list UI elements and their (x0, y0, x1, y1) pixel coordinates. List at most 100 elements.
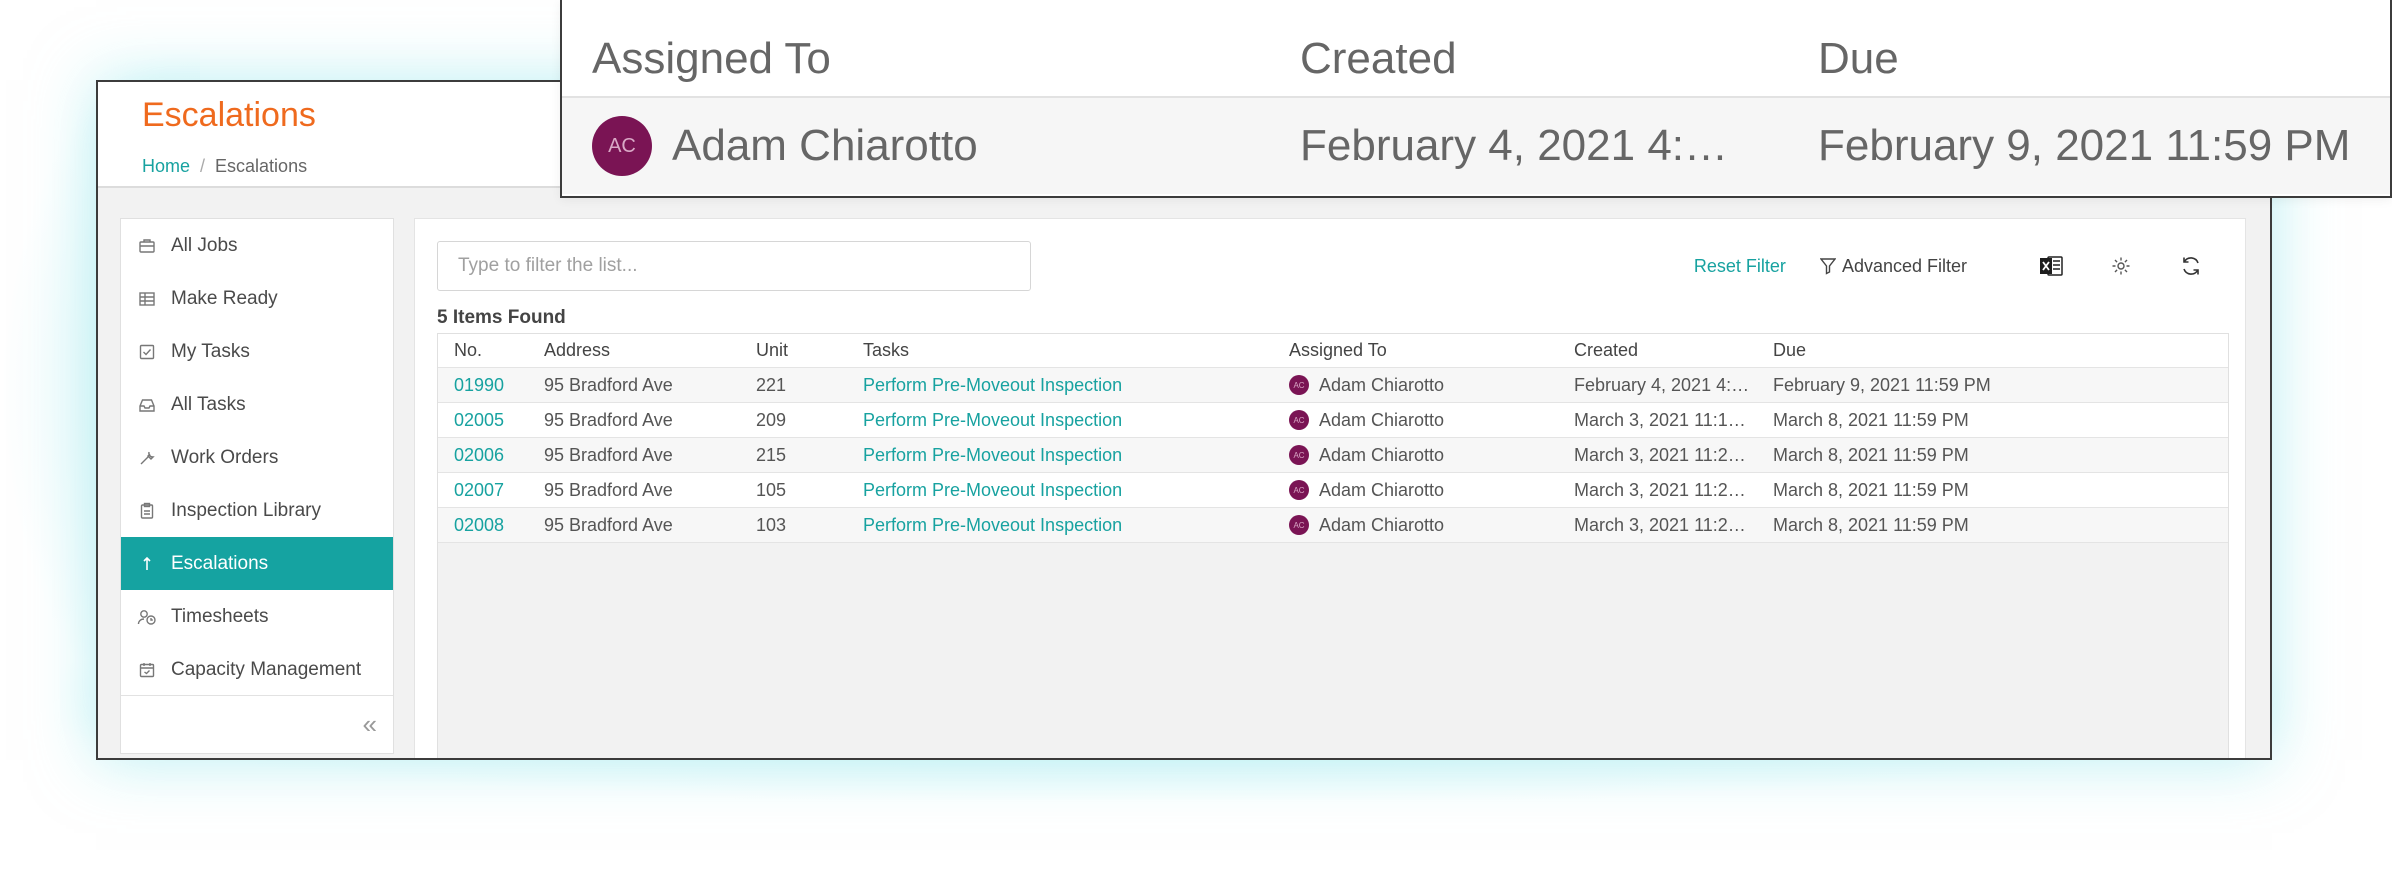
sidebar-item-label: Timesheets (171, 605, 269, 627)
calendar-icon (137, 660, 157, 680)
job-number-link[interactable]: 01990 (438, 375, 544, 396)
filter-input[interactable] (437, 241, 1031, 291)
address-cell: 95 Bradford Ave (544, 444, 673, 465)
sidebar-item-all-tasks[interactable]: All Tasks (121, 378, 393, 431)
task-link[interactable]: Perform Pre-Moveout Inspection (863, 410, 1289, 431)
due-cell: February 9, 2021 11:59 PM (1773, 374, 1991, 395)
column-header-no[interactable]: No. (438, 340, 544, 361)
sidebar-item-my-tasks[interactable]: My Tasks (121, 325, 393, 378)
settings-icon[interactable] (2101, 246, 2141, 286)
zoom-created-cell: February 4, 2021 4:… (1300, 121, 1729, 170)
job-number-link[interactable]: 02007 (438, 480, 544, 501)
assignee-name: Adam Chiarotto (1319, 479, 1445, 500)
column-header-unit[interactable]: Unit (756, 340, 863, 361)
created-cell: March 3, 2021 11:1… (1574, 409, 1746, 430)
column-header-created[interactable]: Created (1574, 340, 1773, 361)
unit-cell: 105 (756, 479, 787, 500)
wrench-icon (137, 448, 157, 468)
sidebar-item-timesheets[interactable]: Timesheets (121, 590, 393, 643)
table-row[interactable]: 01990 95 Bradford Ave 221 Perform Pre-Mo… (438, 368, 2228, 403)
escalations-table: No. Address Unit Tasks Assigned To Creat… (437, 333, 2229, 758)
breadcrumb-current: Escalations (215, 156, 308, 176)
sidebar-item-inspection-library[interactable]: Inspection Library (121, 484, 393, 537)
address-cell: 95 Bradford Ave (544, 409, 673, 430)
assignee-name: Adam Chiarotto (1319, 409, 1445, 430)
breadcrumb-separator: / (200, 156, 206, 176)
advanced-filter-label: Advanced Filter (1841, 255, 1967, 276)
address-cell: 95 Bradford Ave (544, 514, 673, 535)
reset-filter-link[interactable]: Reset Filter (1694, 256, 1786, 277)
column-header-address[interactable]: Address (544, 340, 756, 361)
sidebar-item-label: Capacity Management (171, 658, 362, 680)
sidebar-collapse-button[interactable]: « (121, 695, 393, 753)
task-link[interactable]: Perform Pre-Moveout Inspection (863, 480, 1289, 501)
zoom-header: Assigned To Created Due (562, 0, 2390, 98)
created-cell: March 3, 2021 11:2… (1574, 479, 1746, 500)
assignee-name: Adam Chiarotto (1319, 444, 1445, 465)
sidebar-item-label: All Jobs (171, 234, 238, 256)
unit-cell: 221 (756, 374, 787, 395)
unit-cell: 215 (756, 444, 787, 465)
avatar: AC (1289, 375, 1309, 395)
advanced-filter-button[interactable]: Advanced Filter (1819, 255, 1967, 277)
sidebar-item-make-ready[interactable]: Make Ready (121, 272, 393, 325)
sidebar-item-label: Inspection Library (171, 499, 321, 521)
created-cell: March 3, 2021 11:2… (1574, 444, 1746, 465)
zoom-column-due: Due (1818, 34, 1899, 83)
unit-cell: 103 (756, 514, 787, 535)
refresh-icon[interactable] (2171, 246, 2211, 286)
escalate-arrow-icon (137, 554, 157, 574)
zoom-column-created: Created (1300, 34, 1457, 83)
job-number-link[interactable]: 02005 (438, 410, 544, 431)
table-row[interactable]: 02008 95 Bradford Ave 103 Perform Pre-Mo… (438, 508, 2228, 543)
sidebar-item-work-orders[interactable]: Work Orders (121, 431, 393, 484)
job-number-link[interactable]: 02008 (438, 515, 544, 536)
address-cell: 95 Bradford Ave (544, 374, 673, 395)
address-cell: 95 Bradford Ave (544, 479, 673, 500)
table-row[interactable]: 02007 95 Bradford Ave 105 Perform Pre-Mo… (438, 473, 2228, 508)
zoom-row: AC Adam Chiarotto February 4, 2021 4:… Fe… (562, 98, 2390, 194)
sidebar-item-label: Work Orders (171, 446, 279, 468)
assignee-name: Adam Chiarotto (1319, 374, 1445, 395)
grid-icon (137, 289, 157, 309)
avatar: AC (592, 116, 652, 176)
sidebar-item-all-jobs[interactable]: All Jobs (121, 219, 393, 272)
breadcrumb-home-link[interactable]: Home (142, 156, 190, 176)
sidebar: All Jobs Make Ready My Tasks All Tasks W… (120, 218, 394, 754)
zoom-column-assigned-to: Assigned To (592, 34, 831, 83)
toolbar: Reset Filter Advanced Filter (1694, 245, 2211, 287)
assignee-name: Adam Chiarotto (1319, 514, 1445, 535)
assigned-cell: AC Adam Chiarotto (1289, 375, 1574, 396)
sidebar-item-capacity-management[interactable]: Capacity Management (121, 643, 393, 696)
inbox-icon (137, 395, 157, 415)
due-cell: March 8, 2021 11:59 PM (1773, 409, 1969, 430)
table-body: 01990 95 Bradford Ave 221 Perform Pre-Mo… (438, 368, 2228, 543)
zoom-assigned-cell: AC Adam Chiarotto (562, 116, 1300, 176)
sidebar-item-label: My Tasks (171, 340, 250, 362)
column-header-assigned-to[interactable]: Assigned To (1289, 340, 1574, 361)
excel-export-icon[interactable] (2031, 246, 2071, 286)
job-number-link[interactable]: 02006 (438, 445, 544, 466)
table-row[interactable]: 02006 95 Bradford Ave 215 Perform Pre-Mo… (438, 438, 2228, 473)
assigned-cell: AC Adam Chiarotto (1289, 445, 1574, 466)
table-header: No. Address Unit Tasks Assigned To Creat… (438, 334, 2228, 368)
sidebar-item-label: All Tasks (171, 393, 246, 415)
assigned-cell: AC Adam Chiarotto (1289, 480, 1574, 501)
sidebar-item-escalations[interactable]: Escalations (121, 537, 393, 590)
column-header-tasks[interactable]: Tasks (863, 340, 1289, 361)
avatar: AC (1289, 515, 1309, 535)
zoom-due-cell: February 9, 2021 11:59 PM (1818, 121, 2351, 170)
checkbox-icon (137, 342, 157, 362)
due-cell: March 8, 2021 11:59 PM (1773, 479, 1969, 500)
zoom-callout: Assigned To Created Due AC Adam Chiarotto… (560, 0, 2392, 198)
table-row[interactable]: 02005 95 Bradford Ave 209 Perform Pre-Mo… (438, 403, 2228, 438)
assigned-cell: AC Adam Chiarotto (1289, 515, 1574, 536)
user-clock-icon (137, 607, 157, 627)
task-link[interactable]: Perform Pre-Moveout Inspection (863, 375, 1289, 396)
briefcase-icon (137, 236, 157, 256)
task-link[interactable]: Perform Pre-Moveout Inspection (863, 515, 1289, 536)
sidebar-item-label: Make Ready (171, 287, 278, 309)
column-header-due[interactable]: Due (1773, 340, 2023, 361)
task-link[interactable]: Perform Pre-Moveout Inspection (863, 445, 1289, 466)
items-found-count: 5 Items Found (437, 307, 566, 328)
